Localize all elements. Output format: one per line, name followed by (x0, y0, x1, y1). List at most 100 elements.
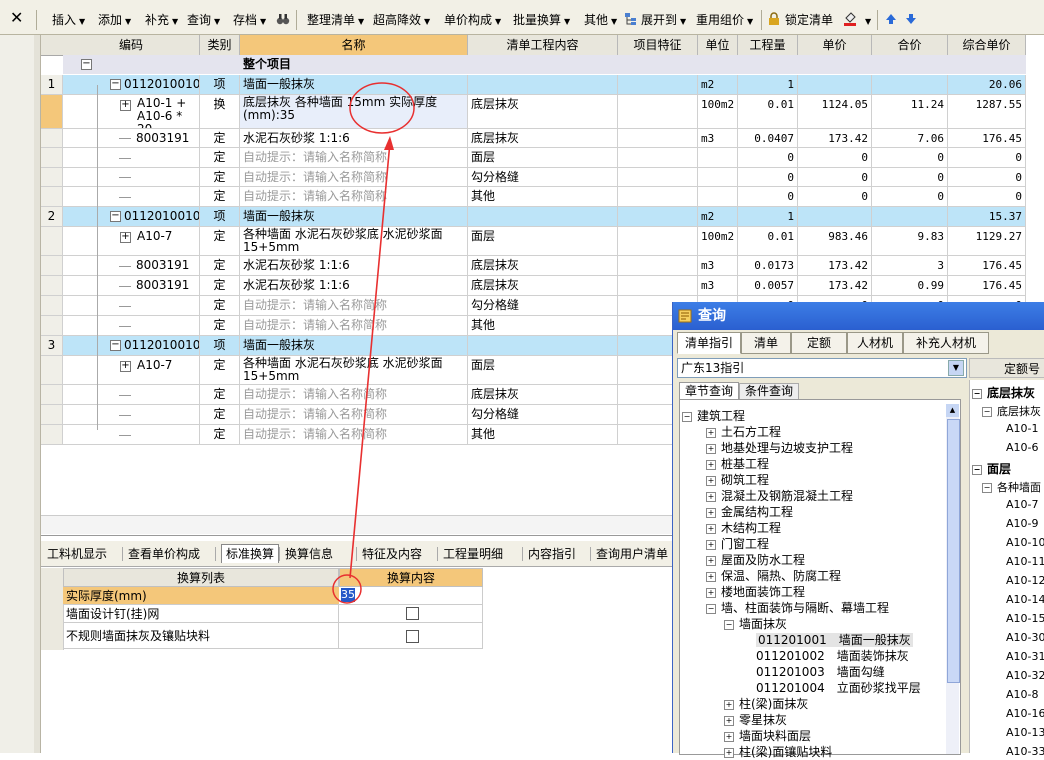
quota-list-item[interactable]: A10-10 (1006, 536, 1044, 549)
tree-node[interactable]: + 木结构工程 (706, 520, 781, 536)
cell-name[interactable]: 水泥石灰砂浆 1:1:6 (240, 276, 468, 296)
tree-collapse-icon[interactable]: − (706, 603, 716, 614)
quota-list-item[interactable]: − 面层 (972, 460, 1011, 477)
quota-list-item[interactable]: A10-15 (1006, 612, 1044, 625)
cell-unitp[interactable]: 1129.27 (948, 227, 1026, 256)
tree-node[interactable]: 011201001 墙面一般抹灰 (756, 632, 913, 648)
header-col-unit[interactable]: 单位 (698, 35, 738, 56)
cell-code[interactable]: −011201001001 (63, 75, 200, 95)
tree-expand-icon[interactable]: + (706, 443, 716, 454)
cell-unitp[interactable]: 1287.55 (948, 95, 1026, 129)
nail-mesh-checkbox[interactable] (406, 607, 419, 620)
header-col-feature[interactable]: 项目特征 (618, 35, 698, 56)
cell-unit[interactable] (698, 187, 738, 207)
scroll-thumb[interactable] (947, 419, 960, 683)
dialog-tab-3[interactable]: 人材机 (847, 332, 903, 354)
cell-unit[interactable] (698, 148, 738, 168)
cell-content[interactable]: 底层抹灰 (468, 276, 618, 296)
cell-content[interactable]: 面层 (468, 148, 618, 168)
cell-content[interactable] (468, 75, 618, 95)
tree-node[interactable]: + 砌筑工程 (706, 472, 769, 488)
cell-unitp[interactable]: 15.37 (948, 207, 1026, 227)
cell-price[interactable]: 173.42 (798, 129, 872, 148)
cell-unit[interactable]: m3 (698, 276, 738, 296)
cell-code[interactable] (63, 405, 200, 425)
bottom-tab-7[interactable]: 查询用户清单 (596, 545, 668, 563)
expand-row-icon[interactable]: + (120, 232, 131, 243)
organize-list-button[interactable]: 整理清单 ▼ (307, 11, 364, 29)
cell-name[interactable]: 自动提示：请输入名称简称 (240, 316, 468, 336)
quota-list-item[interactable]: − 底层抹灰 (982, 403, 1041, 419)
cell-type[interactable]: 定 (200, 256, 240, 276)
tree-node[interactable]: 011201004 立面砂浆找平层 (756, 680, 921, 696)
dialog-tab-1[interactable]: 清单 (741, 332, 791, 354)
subtab-condition[interactable]: 条件查询 (739, 383, 799, 399)
collapse-row-icon[interactable]: − (110, 340, 121, 351)
arrow-down-icon[interactable] (904, 12, 918, 26)
cell-type[interactable]: 定 (200, 187, 240, 207)
bottom-tab-3[interactable]: 换算信息 (285, 545, 333, 563)
quota-list-item[interactable]: A10-32 (1006, 669, 1044, 682)
dialog-tab-2[interactable]: 定额 (791, 332, 847, 354)
quota-list-item[interactable]: A10-7 (1006, 498, 1039, 511)
cell-code[interactable] (63, 425, 200, 445)
tree-node[interactable]: + 地基处理与边坡支护工程 (706, 440, 853, 456)
cell-content[interactable]: 底层抹灰 (468, 385, 618, 405)
tree-node[interactable]: − 墙、柱面装饰与隔断、幕墙工程 (706, 600, 889, 616)
header-col-name[interactable]: 名称 (240, 35, 468, 56)
cell-feature[interactable] (618, 256, 698, 276)
cell-feature[interactable] (618, 148, 698, 168)
cell-feature[interactable] (618, 207, 698, 227)
cell-unit[interactable]: 100m2 (698, 95, 738, 129)
cell-type[interactable]: 项 (200, 336, 240, 356)
quota-list-item[interactable]: − 各种墙面 (982, 479, 1041, 495)
cell-price[interactable]: 173.42 (798, 276, 872, 296)
cell-code[interactable]: + A10-1 + A10-6 * 20 (63, 95, 200, 129)
tree-expand-icon[interactable]: + (706, 491, 716, 502)
cell-content[interactable]: 面层 (468, 356, 618, 385)
cell-feature[interactable] (618, 168, 698, 187)
query-button[interactable]: 查询 ▼ (187, 11, 220, 29)
cell-unit[interactable]: m3 (698, 129, 738, 148)
cell-name[interactable]: 墙面一般抹灰 (240, 207, 468, 227)
cell-total[interactable]: 9.83 (872, 227, 948, 256)
cell-total[interactable]: 0 (872, 187, 948, 207)
cell-code[interactable] (63, 316, 200, 336)
cell-price[interactable] (798, 207, 872, 227)
cell-name[interactable]: 墙面一般抹灰 (240, 75, 468, 95)
cell-name[interactable]: 自动提示：请输入名称简称 (240, 148, 468, 168)
cell-price[interactable] (798, 75, 872, 95)
cell-code[interactable]: 8003191 (63, 129, 200, 148)
tree-expand-icon[interactable]: + (706, 459, 716, 470)
cell-qty[interactable]: 0.0407 (738, 129, 798, 148)
cell-code[interactable] (63, 385, 200, 405)
reuse-pricing-button[interactable]: 重用组价 ▼ (696, 11, 753, 29)
cell-feature[interactable] (618, 75, 698, 95)
cell-code[interactable] (63, 296, 200, 316)
cell-qty[interactable]: 0.01 (738, 227, 798, 256)
tree-node[interactable]: + 柱(梁)面抹灰 (724, 696, 808, 712)
cell-content[interactable]: 其他 (468, 187, 618, 207)
cell-feature[interactable] (618, 187, 698, 207)
tree-expand-icon[interactable]: + (706, 523, 716, 534)
quota-list-item[interactable]: A10-1 (1006, 422, 1039, 435)
cell-qty[interactable]: 0.0173 (738, 256, 798, 276)
cell-code[interactable]: + A10-7 (63, 356, 200, 385)
expand-to-button[interactable]: 展开到 ▼ (641, 11, 686, 29)
quota-list-item[interactable]: A10-8 (1006, 688, 1039, 701)
cell-name[interactable]: 墙面一般抹灰 (240, 336, 468, 356)
height-reduction-button[interactable]: 超高降效 ▼ (373, 11, 430, 29)
tree-node[interactable]: + 零星抹灰 (724, 712, 787, 728)
archive-button[interactable]: 存档 ▼ (233, 11, 266, 29)
cell-content[interactable]: 底层抹灰 (468, 95, 618, 129)
add-button[interactable]: 添加 ▼ (98, 11, 131, 29)
cell-total[interactable]: 0 (872, 148, 948, 168)
cell-type[interactable]: 项 (200, 207, 240, 227)
cell-type[interactable]: 定 (200, 425, 240, 445)
close-icon[interactable]: ✕ (10, 9, 23, 27)
cell-price[interactable]: 0 (798, 168, 872, 187)
arrow-up-icon[interactable] (884, 12, 898, 26)
dialog-tab-0[interactable]: 清单指引 (677, 332, 741, 354)
bottom-tab-6[interactable]: 内容指引 (528, 545, 576, 563)
binoculars-icon[interactable] (276, 12, 290, 26)
